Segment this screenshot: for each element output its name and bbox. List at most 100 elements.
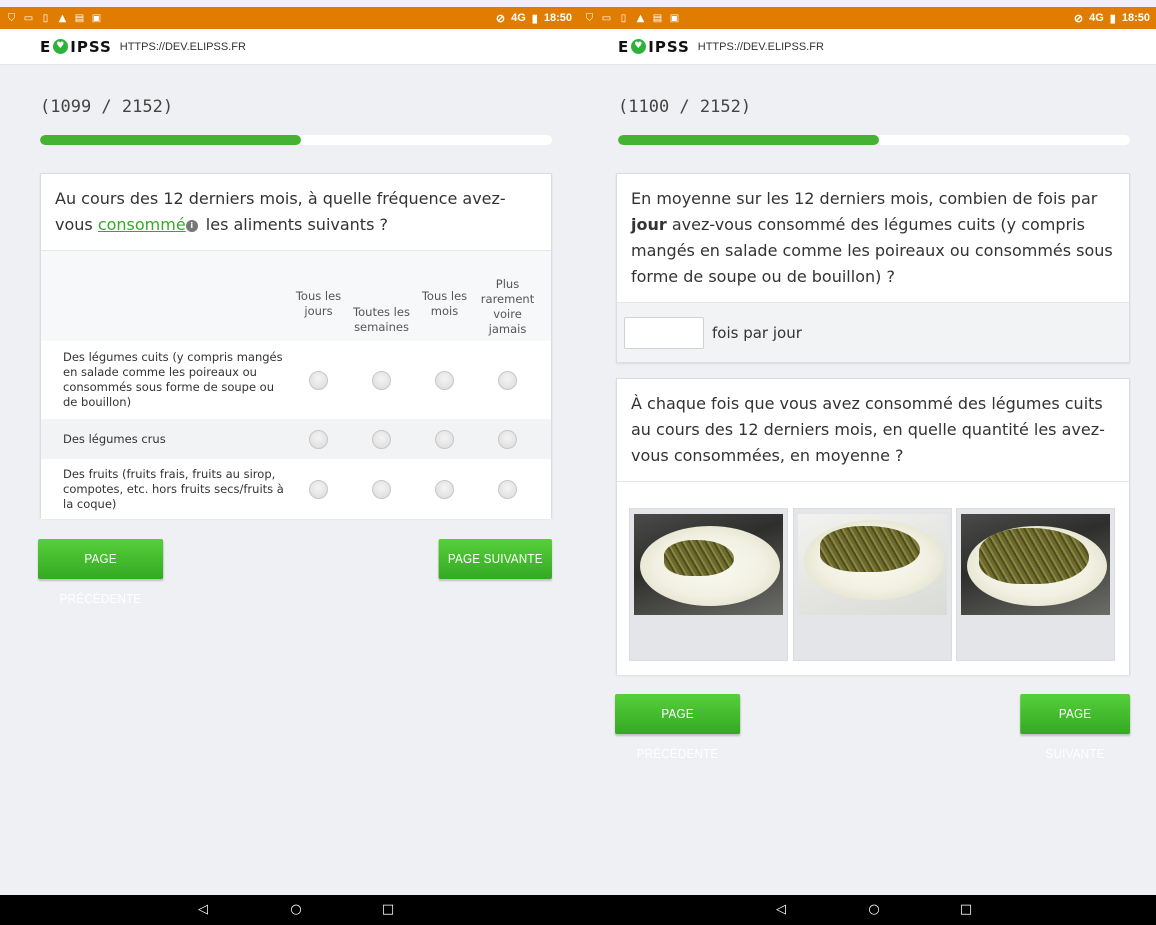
- home-icon[interactable]: ○: [866, 902, 882, 917]
- green-beans-plate-image: [634, 514, 783, 615]
- radio-button[interactable]: [498, 429, 517, 449]
- question-counter: (1099 / 2152): [40, 97, 174, 117]
- status-bar: ⛉ ▭ ▯ ▲ ▤ ▣ ⊘ 4G ▮ 18:50: [578, 7, 1156, 29]
- alarm-icon: ⊘: [1073, 12, 1084, 25]
- logo-text-right: IPSS: [70, 37, 112, 56]
- shield-icon: ⛉: [585, 12, 594, 24]
- grid-row: Des légumes cuits (y compris mangés en s…: [41, 341, 551, 419]
- info-icon[interactable]: i: [185, 219, 198, 232]
- green-beans-plate-image: [961, 514, 1110, 615]
- portion-option-medium[interactable]: [793, 508, 952, 661]
- radio-button[interactable]: [498, 370, 517, 390]
- radio-button[interactable]: [372, 429, 391, 449]
- question-counter: (1100 / 2152): [618, 97, 752, 117]
- chat-icon: ▤: [74, 12, 85, 24]
- clock: 18:50: [543, 12, 572, 24]
- column-header: Tous les jours: [295, 289, 342, 318]
- row-label: Des légumes crus: [63, 431, 166, 446]
- question-text-end: avez-vous consommé des légumes cuits (y …: [631, 215, 1113, 286]
- network-label: 4G: [1089, 12, 1104, 24]
- radio-button[interactable]: [309, 370, 328, 390]
- shield-icon: ⛉: [7, 12, 16, 24]
- android-nav-bar: ◁ ○ □: [578, 895, 1156, 925]
- warning-icon: ▲: [636, 12, 645, 24]
- heart-icon: ♥: [631, 39, 647, 54]
- warning-icon: ▲: [58, 12, 67, 24]
- radio-button[interactable]: [309, 479, 328, 499]
- heart-icon: ♥: [53, 39, 69, 54]
- sim-icon: ▯: [42, 12, 49, 24]
- battery-icon: ▮: [531, 12, 538, 25]
- answer-row: fois par jour: [617, 302, 1129, 362]
- message-icon: ▭: [23, 12, 34, 24]
- next-page-button[interactable]: PAGE SUIVANTE: [438, 539, 552, 579]
- app-header: E ♥ IPSS HTTPS://DEV.ELIPSS.FR: [0, 29, 578, 65]
- column-header: Plus rarement voire jamais: [480, 277, 535, 336]
- status-bar: ⛉ ▭ ▯ ▲ ▤ ▣ ⊘ 4G ▮ 18:50: [0, 7, 578, 29]
- chat-icon: ▤: [652, 12, 663, 24]
- recents-icon[interactable]: □: [958, 902, 974, 917]
- question-text: À chaque fois que vous avez consommé des…: [631, 394, 1105, 465]
- clock: 18:50: [1121, 12, 1150, 24]
- screen-left: ⛉ ▭ ▯ ▲ ▤ ▣ ⊘ 4G ▮ 18:50 E ♥ IPSS HTTPS:…: [0, 0, 578, 925]
- row-label: Des légumes cuits (y compris mangés en s…: [63, 350, 283, 409]
- home-icon[interactable]: ○: [288, 902, 304, 917]
- alarm-icon: ⊘: [495, 12, 506, 25]
- radio-button[interactable]: [372, 370, 391, 390]
- radio-button[interactable]: [372, 479, 391, 499]
- previous-page-button[interactable]: PAGE PRÉCÉDENTE: [38, 539, 164, 606]
- screen-right: ⛉ ▭ ▯ ▲ ▤ ▣ ⊘ 4G ▮ 18:50 E ♥ IPSS HTTPS:…: [578, 0, 1156, 925]
- site-url: HTTPS://DEV.ELIPSS.FR: [697, 40, 824, 53]
- quantity-question-card: À chaque fois que vous avez consommé des…: [616, 378, 1130, 675]
- elipss-logo: E ♥ IPSS: [618, 38, 690, 56]
- next-page-button[interactable]: PAGE SUIVANTE: [1020, 694, 1130, 761]
- row-label: Des fruits (fruits frais, fruits au siro…: [63, 466, 284, 511]
- column-header: Toutes les semaines: [353, 305, 410, 334]
- portion-option-large[interactable]: [956, 508, 1115, 661]
- battery-icon: ▮: [1109, 12, 1116, 25]
- column-header: Tous les mois: [421, 289, 468, 318]
- grid-header-spacer: [41, 251, 287, 341]
- question-text-end: les aliments suivants ?: [200, 215, 388, 234]
- progress-fill: [40, 135, 302, 145]
- progress-fill: [618, 135, 880, 145]
- image-icon: ▣: [669, 12, 680, 24]
- android-nav-bar: ◁ ○ □: [0, 895, 578, 925]
- logo-text-left: E: [618, 37, 630, 56]
- question-text-bold: jour: [631, 215, 667, 234]
- image-icon: ▣: [91, 12, 102, 24]
- consomme-link[interactable]: consommé: [98, 215, 186, 234]
- progress-bar: [618, 135, 1130, 145]
- logo-text-left: E: [40, 37, 52, 56]
- question-text: Au cours des 12 derniers mois, à quelle …: [41, 174, 551, 250]
- back-icon[interactable]: ◁: [773, 902, 789, 917]
- grid-header-row: Tous les jours Toutes les semaines Tous …: [41, 251, 551, 341]
- radio-button[interactable]: [435, 479, 454, 499]
- logo-text-right: IPSS: [648, 37, 690, 56]
- progress-bar: [40, 135, 552, 145]
- previous-page-button[interactable]: PAGE PRÉCÉDENTE: [615, 694, 741, 761]
- recents-icon[interactable]: □: [380, 902, 396, 917]
- portion-image-strip: [617, 481, 1129, 675]
- question-text-start: En moyenne sur les 12 derniers mois, com…: [631, 189, 1098, 208]
- radio-button[interactable]: [309, 429, 328, 449]
- radio-button[interactable]: [435, 370, 454, 390]
- portion-option-small[interactable]: [629, 508, 788, 661]
- radio-button[interactable]: [435, 429, 454, 449]
- question-text: En moyenne sur les 12 derniers mois, com…: [617, 174, 1129, 302]
- input-suffix: fois par jour: [712, 323, 802, 342]
- daily-frequency-card: En moyenne sur les 12 derniers mois, com…: [616, 173, 1130, 363]
- grid-row: Des fruits (fruits frais, fruits au siro…: [41, 459, 551, 519]
- frequency-question-card: Au cours des 12 derniers mois, à quelle …: [40, 173, 552, 519]
- back-icon[interactable]: ◁: [195, 902, 211, 917]
- frequency-grid: Tous les jours Toutes les semaines Tous …: [41, 250, 551, 519]
- app-header: E ♥ IPSS HTTPS://DEV.ELIPSS.FR: [578, 29, 1156, 65]
- sim-icon: ▯: [620, 12, 627, 24]
- times-per-day-input[interactable]: [624, 316, 704, 349]
- green-beans-plate-image: [798, 514, 947, 615]
- radio-button[interactable]: [498, 479, 517, 499]
- network-label: 4G: [511, 12, 526, 24]
- message-icon: ▭: [601, 12, 612, 24]
- grid-row: Des légumes crus: [41, 419, 551, 459]
- elipss-logo: E ♥ IPSS: [40, 38, 112, 56]
